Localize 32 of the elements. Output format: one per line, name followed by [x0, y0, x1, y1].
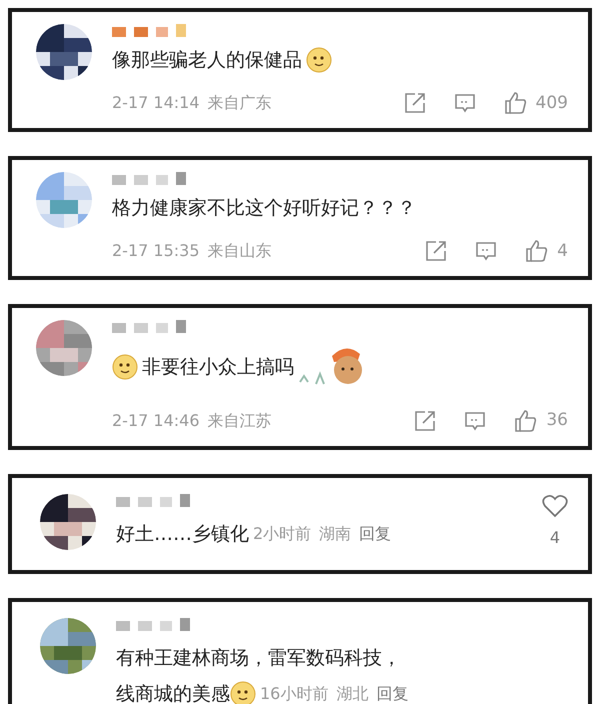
- comment-text: 有种王建林商场，雷军数码科技，: [116, 646, 402, 670]
- comment-location: 湖南: [319, 522, 352, 545]
- comment-icon[interactable]: [464, 410, 486, 432]
- share-icon[interactable]: [404, 92, 426, 114]
- like-count: 4: [557, 240, 568, 262]
- share-icon[interactable]: [425, 240, 448, 262]
- heart-icon[interactable]: [542, 494, 568, 518]
- comment-time: 2-17 14:14: [112, 92, 200, 114]
- comment-location: 湖北: [336, 683, 368, 704]
- thumbs-up-icon[interactable]: [504, 91, 528, 116]
- comment-location: 来自山东: [208, 240, 272, 262]
- comment-icon[interactable]: [475, 240, 498, 262]
- comment-location: 来自广东: [208, 92, 272, 114]
- comment-text: 线商城的美感: [116, 682, 230, 704]
- comment-text: 像那些骗老人的保健品: [112, 48, 302, 73]
- comment-location: 来自江苏: [208, 410, 272, 432]
- comment-text: 格力健康家不比这个好听好记？？？: [112, 196, 416, 221]
- comment-time: 16小时前: [260, 683, 328, 704]
- reply-link[interactable]: 回复: [376, 682, 408, 704]
- like-count: 409: [536, 92, 568, 114]
- comment-time: 2-17 15:35: [112, 240, 200, 262]
- comment-text: 好土……乡镇化: [116, 522, 249, 546]
- share-icon[interactable]: [414, 410, 436, 432]
- like-count: 4: [550, 526, 560, 548]
- reply-link[interactable]: 回复: [359, 522, 392, 546]
- comment-icon[interactable]: [454, 92, 476, 114]
- comment-time: 2-17 14:46: [112, 410, 200, 432]
- thumbs-up-icon[interactable]: [525, 239, 550, 264]
- comment-text: 非要往小众上搞吗: [142, 354, 294, 380]
- comment-time: 2小时前: [253, 522, 312, 545]
- thumbs-up-icon[interactable]: [514, 408, 538, 433]
- like-count: 36: [546, 409, 568, 432]
